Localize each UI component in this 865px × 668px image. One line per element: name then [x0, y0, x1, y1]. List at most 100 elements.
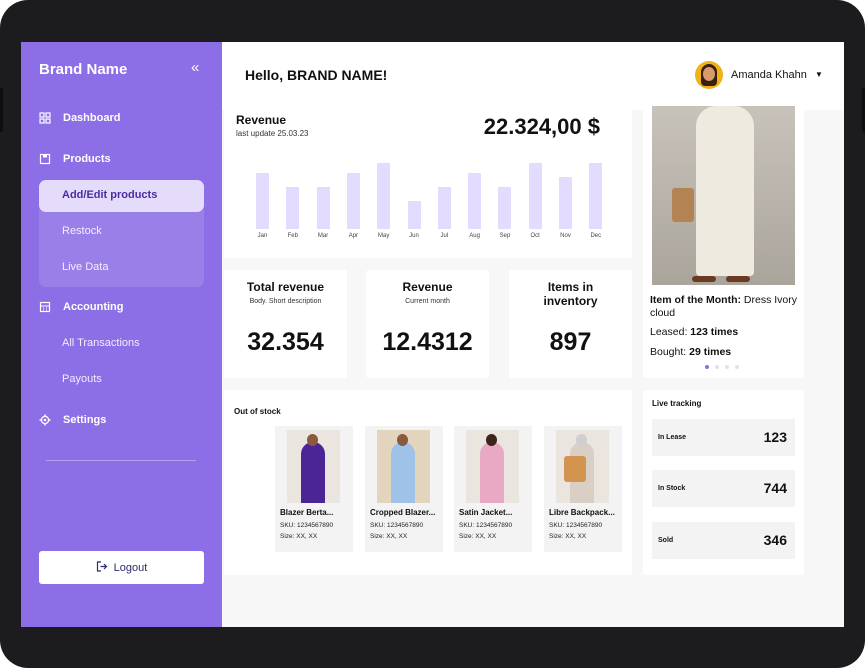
backpack-shape — [564, 456, 586, 482]
out-of-stock-card: Out of stock Blazer Berta... SKU: 123456… — [224, 390, 632, 575]
revenue-bar[interactable] — [256, 173, 269, 229]
logout-label: Logout — [113, 561, 148, 574]
month-tick-label: Feb — [287, 233, 298, 239]
product-sku: SKU: 1234567890 — [549, 522, 603, 529]
carousel-dots — [705, 365, 739, 369]
dress-shape — [696, 106, 754, 276]
sidebar-item-label: Dashboard — [63, 112, 121, 124]
carousel-dot[interactable] — [725, 365, 729, 369]
live-tracking-card: Live tracking In Lease 123 In Stock 744 … — [643, 390, 804, 575]
sidebar-item-label: Accounting — [63, 301, 124, 313]
tablet-side-button — [0, 88, 3, 132]
item-photo — [652, 106, 795, 285]
shoe-shape — [692, 276, 716, 282]
user-name[interactable]: Amanda Khahn — [731, 69, 807, 81]
month-tick-label: Mar — [317, 233, 329, 239]
revenue-bar[interactable] — [589, 163, 603, 229]
bought-label: Bought: — [650, 346, 687, 358]
item-bought: Bought: 29 times — [650, 346, 800, 359]
revenue-bar[interactable] — [468, 173, 482, 229]
product-size: Size: XX, XX — [459, 533, 497, 540]
product-card[interactable]: Libre Backpack... SKU: 1234567890 Size: … — [544, 426, 622, 552]
products-icon — [39, 153, 51, 165]
sidebar-item-settings[interactable]: Settings — [39, 414, 106, 426]
product-name: Libre Backpack... — [549, 508, 615, 517]
avatar-face — [703, 67, 715, 81]
revenue-bar-chart: Jan Feb Mar Apr May Jun Jul Aug Sep Oct Nov Dec — [236, 150, 632, 250]
shoe-shape — [726, 276, 750, 282]
bag-shape — [672, 188, 694, 222]
avatar[interactable] — [695, 61, 723, 89]
item-of-month-label: Item of the Month: — [650, 294, 741, 306]
revenue-bar[interactable] — [559, 177, 572, 229]
stat-subtitle: Current month — [405, 298, 450, 305]
sidebar-subitem-live-data[interactable]: Live Data — [62, 261, 108, 273]
stat-title: Total revenue — [246, 280, 325, 294]
product-image — [466, 430, 519, 503]
carousel-dot[interactable] — [735, 365, 739, 369]
stat-subtitle: Body. Short description — [249, 298, 322, 305]
month-tick-label: Jan — [257, 233, 268, 239]
accounting-icon — [39, 301, 51, 313]
logout-button[interactable]: Logout — [39, 551, 204, 584]
product-size: Size: XX, XX — [549, 533, 587, 540]
tracking-row-in-lease[interactable]: In Lease 123 — [652, 419, 795, 456]
sidebar-item-accounting[interactable]: Accounting — [39, 301, 124, 313]
leased-label: Leased: — [650, 326, 688, 338]
product-card[interactable]: Blazer Berta... SKU: 1234567890 Size: XX… — [275, 426, 353, 552]
carousel-dot[interactable] — [705, 365, 709, 369]
product-image — [556, 430, 609, 503]
revenue-bar[interactable] — [286, 187, 300, 229]
product-sku: SKU: 1234567890 — [459, 522, 513, 529]
revenue-bar[interactable] — [437, 187, 451, 229]
tracking-label: Sold — [658, 537, 674, 544]
revenue-last-update: last update 25.03.23 — [236, 129, 309, 138]
live-tracking-title: Live tracking — [652, 399, 702, 408]
product-figure-head — [576, 434, 587, 446]
item-of-month-name: Item of the Month: Dress Ivory cloud — [650, 294, 800, 320]
collapse-sidebar-icon[interactable]: « — [191, 59, 199, 76]
product-figure-head — [307, 434, 318, 446]
item-of-month-card[interactable]: Item of the Month: Dress Ivory cloud Lea… — [643, 98, 804, 378]
sidebar-item-label: Settings — [63, 414, 107, 426]
tracking-row-sold[interactable]: Sold 346 — [652, 522, 795, 559]
stat-title: Revenue — [402, 280, 453, 294]
stat-value: 32.354 — [247, 328, 324, 356]
stat-value: 12.4312 — [382, 328, 473, 356]
month-tick-label: Jun — [409, 233, 419, 239]
sidebar-subitem-all-transactions[interactable]: All Transactions — [62, 337, 140, 349]
chevron-down-icon[interactable]: ▼ — [815, 70, 823, 79]
dashboard-icon — [39, 112, 51, 124]
carousel-dot[interactable] — [715, 365, 719, 369]
revenue-bar[interactable] — [346, 173, 360, 229]
revenue-bar[interactable] — [407, 201, 421, 229]
tracking-label: In Stock — [658, 485, 686, 492]
stat-card-inventory: Items in inventory 897 — [509, 270, 632, 378]
sidebar-item-dashboard[interactable]: Dashboard — [39, 112, 120, 124]
revenue-bar[interactable] — [316, 187, 330, 229]
stat-title: Items in inventory — [543, 280, 598, 308]
page-title: Hello, BRAND NAME! — [245, 67, 388, 83]
product-figure — [391, 442, 415, 503]
revenue-card: Revenue last update 25.03.23 22.324,00 $… — [224, 98, 632, 258]
month-tick-label: Nov — [560, 233, 571, 239]
sidebar-subitem-add-edit-products[interactable]: Add/Edit products — [39, 180, 204, 212]
tracking-row-in-stock[interactable]: In Stock 744 — [652, 470, 795, 507]
revenue-bar[interactable] — [377, 163, 391, 229]
stat-value: 897 — [549, 328, 592, 356]
stat-card-revenue: Revenue Current month 12.4312 — [366, 270, 489, 378]
revenue-bar[interactable] — [528, 163, 542, 229]
revenue-bar[interactable] — [498, 187, 512, 229]
product-card[interactable]: Satin Jacket... SKU: 1234567890 Size: XX… — [454, 426, 532, 552]
product-card[interactable]: Cropped Blazer... SKU: 1234567890 Size: … — [365, 426, 443, 552]
product-image — [377, 430, 430, 503]
sidebar-subitem-payouts[interactable]: Payouts — [62, 373, 102, 385]
sidebar: Brand Name « Dashboard Products Add/Edit… — [21, 42, 222, 627]
sidebar-divider — [46, 460, 196, 461]
leased-value: 123 times — [690, 326, 739, 338]
product-size: Size: XX, XX — [370, 533, 408, 540]
product-size: Size: XX, XX — [280, 533, 318, 540]
sidebar-item-products[interactable]: Products — [39, 153, 111, 165]
product-figure — [480, 442, 504, 503]
sidebar-subitem-restock[interactable]: Restock — [62, 225, 102, 237]
